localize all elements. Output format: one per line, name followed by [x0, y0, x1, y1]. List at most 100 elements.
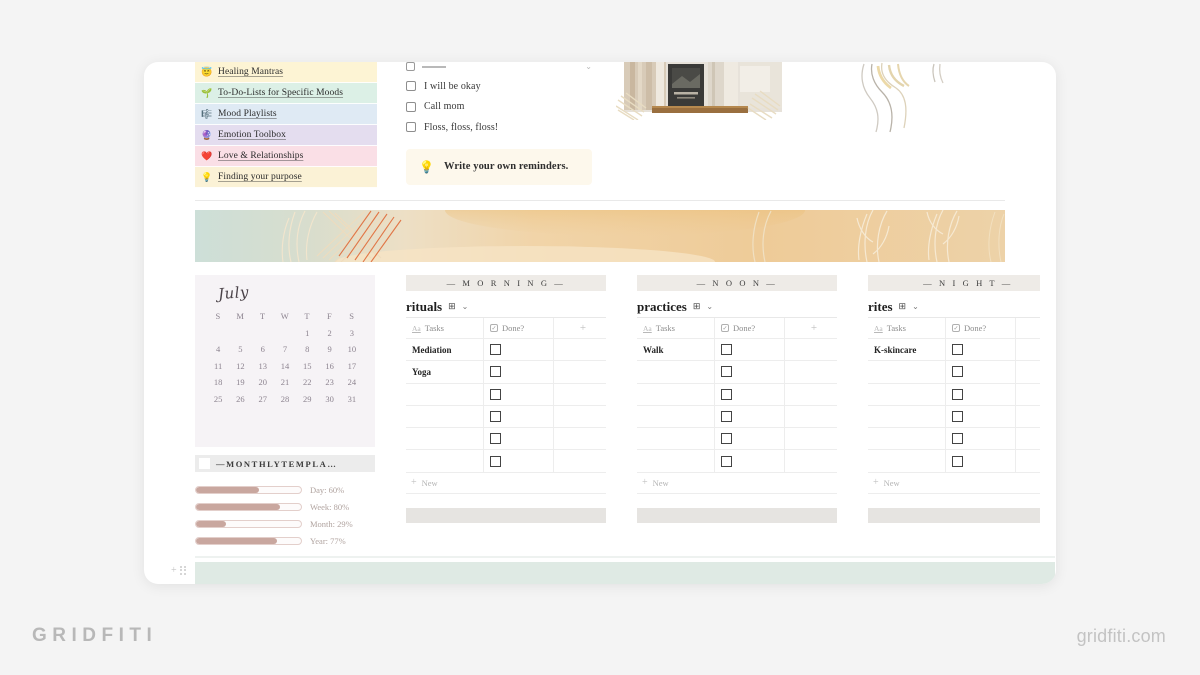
table-row[interactable]: Walk	[637, 339, 837, 362]
table-title[interactable]: rites	[868, 299, 893, 315]
chevron-down-icon[interactable]: ⌄	[585, 62, 592, 71]
column-header-tasks[interactable]: Aa Tasks	[637, 318, 715, 338]
task-name-cell[interactable]	[406, 428, 484, 450]
calendar-day-cell[interactable]: 3	[341, 328, 363, 338]
add-new-row-button[interactable]: + New	[637, 473, 837, 494]
checkbox-icon[interactable]	[721, 366, 732, 378]
calendar-day-cell[interactable]: 5	[229, 344, 251, 354]
checkbox-icon[interactable]	[490, 455, 501, 467]
task-name-cell[interactable]	[637, 361, 715, 383]
task-name-cell[interactable]	[868, 405, 946, 428]
calendar-day-cell[interactable]: 21	[274, 377, 296, 387]
table-row[interactable]: Mediation	[406, 339, 606, 362]
calendar-day-cell[interactable]: 20	[252, 377, 274, 387]
task-done-cell[interactable]	[946, 450, 1016, 472]
column-header-tasks[interactable]: Aa Tasks	[868, 318, 946, 338]
calendar-day-cell[interactable]: 30	[318, 394, 340, 404]
table-view-icon[interactable]: ⊞	[899, 301, 907, 312]
checkbox-icon[interactable]	[952, 411, 963, 423]
table-view-icon[interactable]: ⊞	[693, 301, 701, 312]
add-column-button[interactable]: +	[554, 318, 606, 338]
table-title[interactable]: practices	[637, 299, 687, 315]
table-row[interactable]	[637, 405, 837, 429]
checkbox-icon[interactable]	[490, 411, 501, 423]
calendar-day-cell[interactable]: 12	[229, 361, 251, 371]
add-new-row-button[interactable]: + New	[406, 473, 606, 494]
calendar-day-cell[interactable]: 31	[341, 394, 363, 404]
table-row[interactable]: Yoga	[406, 361, 606, 384]
task-done-cell[interactable]	[946, 383, 1016, 405]
calendar-day-cell[interactable]: 14	[274, 361, 296, 371]
plus-icon[interactable]: +	[811, 322, 817, 334]
add-new-row-button[interactable]: + New	[868, 473, 1040, 494]
chevron-down-icon[interactable]: ⌄	[912, 302, 919, 311]
block-drag-handle[interactable]: +	[171, 565, 187, 576]
checkbox-icon[interactable]	[721, 388, 732, 400]
checkbox-icon[interactable]	[406, 122, 416, 133]
column-header-done[interactable]: ✓ Done?	[484, 318, 554, 338]
task-name-cell[interactable]	[637, 405, 715, 428]
task-name-cell[interactable]: Walk	[637, 339, 715, 361]
task-done-cell[interactable]	[484, 383, 554, 405]
task-name-cell[interactable]	[406, 383, 484, 405]
monthly-template-bar[interactable]: —MONTHLYTEMPLA…	[195, 455, 375, 472]
table-row[interactable]	[868, 383, 1040, 406]
grip-icon[interactable]	[179, 566, 187, 575]
table-footer-block[interactable]	[406, 507, 606, 523]
calendar-day-cell[interactable]: 23	[318, 377, 340, 387]
calendar-day-cell[interactable]: 13	[252, 361, 274, 371]
checkbox-icon[interactable]	[406, 62, 415, 71]
nav-item-3[interactable]: 🔮 Emotion Toolbox	[195, 125, 377, 146]
calendar-day-cell[interactable]: 2	[318, 328, 340, 338]
checkbox-icon[interactable]	[406, 81, 416, 92]
nav-item-1[interactable]: 🌱 To-Do-Lists for Specific Moods	[195, 83, 377, 104]
checkbox-icon[interactable]	[952, 344, 963, 356]
calendar-day-cell[interactable]: 18	[207, 377, 229, 387]
task-name-cell[interactable]	[637, 450, 715, 472]
calendar-day-cell[interactable]: 6	[252, 344, 274, 354]
task-done-cell[interactable]	[946, 361, 1016, 383]
calendar-day-cell[interactable]: 15	[296, 361, 318, 371]
column-header-done[interactable]: ✓ Done?	[946, 318, 1016, 338]
calendar-day-cell[interactable]: 8	[296, 344, 318, 354]
task-done-cell[interactable]	[484, 450, 554, 472]
checkbox-icon[interactable]	[721, 433, 732, 445]
calendar-day-cell[interactable]: 11	[207, 361, 229, 371]
checkbox-icon[interactable]	[721, 455, 732, 467]
calendar-day-cell[interactable]: 26	[229, 394, 251, 404]
checkbox-icon[interactable]	[952, 433, 963, 445]
nav-item-0[interactable]: 😇 Healing Mantras	[195, 62, 377, 83]
table-row[interactable]	[637, 361, 837, 384]
plus-icon[interactable]: +	[580, 322, 586, 334]
calendar-day-cell[interactable]: 4	[207, 344, 229, 354]
task-done-cell[interactable]	[715, 383, 785, 405]
task-done-cell[interactable]	[715, 450, 785, 472]
calendar-day-cell[interactable]: 9	[318, 344, 340, 354]
table-row[interactable]	[637, 428, 837, 451]
task-done-cell[interactable]	[946, 405, 1016, 428]
calendar-day-cell[interactable]: 16	[318, 361, 340, 371]
task-name-cell[interactable]	[868, 361, 946, 383]
calendar-day-cell[interactable]: 22	[296, 377, 318, 387]
checkbox-icon[interactable]	[952, 455, 963, 467]
calendar-day-cell[interactable]: 27	[252, 394, 274, 404]
table-title-row[interactable]: rituals ⊞ ⌄	[406, 291, 606, 317]
table-title-row[interactable]: rites ⊞ ⌄	[868, 291, 1040, 317]
nav-item-5[interactable]: 💡 Finding your purpose	[195, 167, 377, 188]
task-done-cell[interactable]	[715, 339, 785, 361]
calendar-day-cell[interactable]: 28	[274, 394, 296, 404]
nav-item-4[interactable]: ❤️ Love & Relationships	[195, 146, 377, 167]
checkbox-icon[interactable]	[952, 388, 963, 400]
task-done-cell[interactable]	[484, 405, 554, 428]
task-name-cell[interactable]	[868, 428, 946, 450]
task-done-cell[interactable]	[484, 428, 554, 450]
chevron-down-icon[interactable]: ⌄	[706, 302, 713, 311]
task-done-cell[interactable]	[484, 361, 554, 383]
task-name-cell[interactable]	[637, 428, 715, 450]
task-done-cell[interactable]	[484, 339, 554, 361]
table-row[interactable]	[406, 383, 606, 406]
table-row[interactable]: K-skincare	[868, 339, 1040, 362]
add-column-button[interactable]: +	[785, 318, 837, 338]
mint-block[interactable]	[195, 562, 1055, 584]
task-done-cell[interactable]	[946, 339, 1016, 361]
